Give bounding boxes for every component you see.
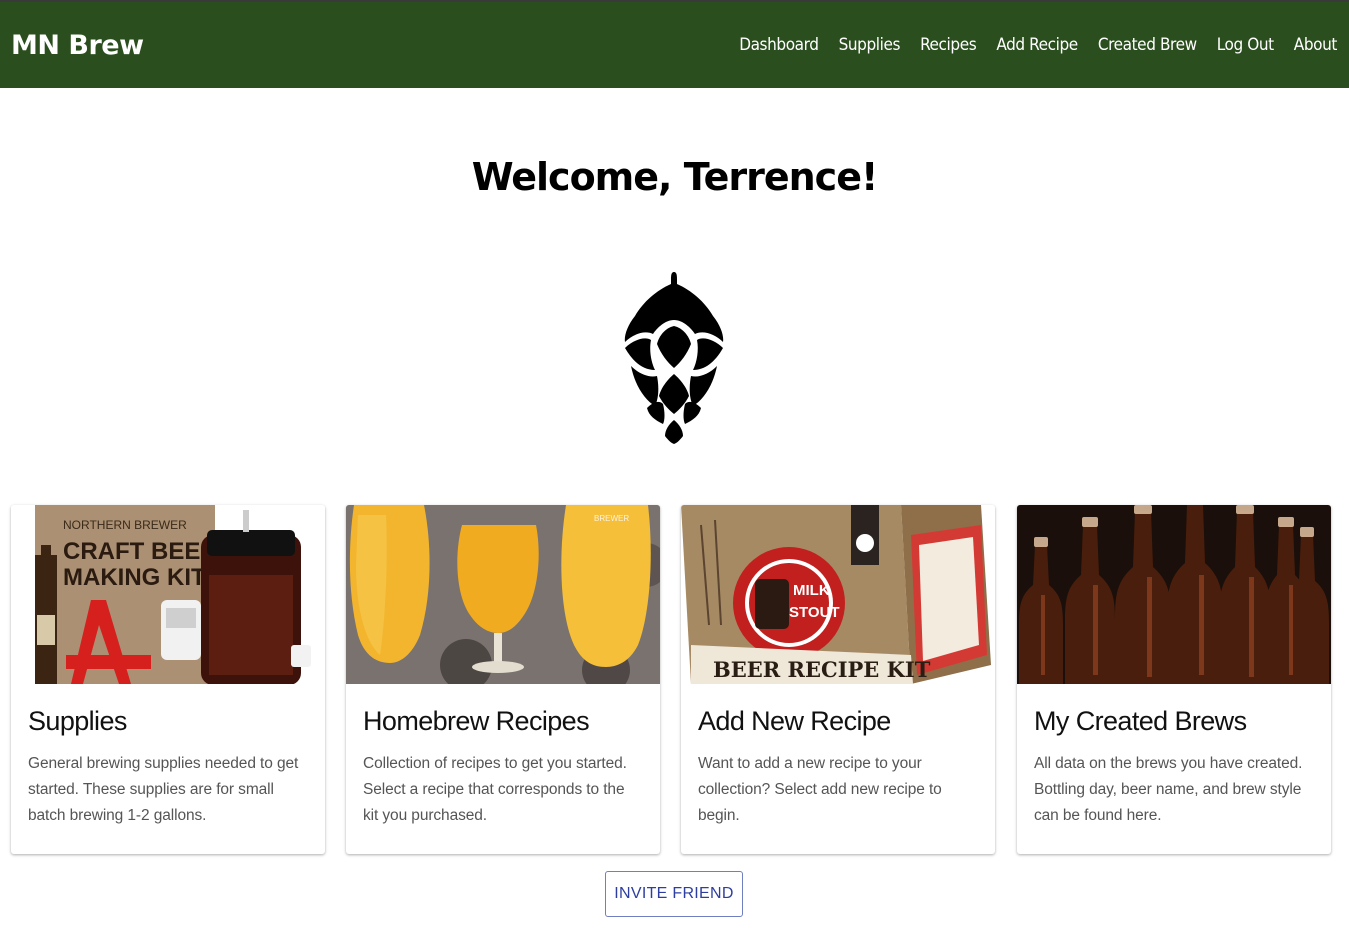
card-description: Want to add a new recipe to your collect… bbox=[698, 755, 942, 824]
card-title: Homebrew Recipes bbox=[363, 706, 590, 736]
kit-brand-text: NORTHERN BREWER bbox=[63, 518, 187, 532]
stout-text: STOUT bbox=[789, 604, 840, 621]
card-description: Collection of recipes to get you started… bbox=[363, 755, 627, 824]
nav-link-about[interactable]: About bbox=[1294, 35, 1338, 55]
beer-recipe-kit-image: MILK STOUT BEER RECIPE KIT bbox=[681, 505, 995, 684]
invite-friend-button[interactable]: INVITE FRIEND bbox=[605, 871, 743, 917]
milk-text: MILK bbox=[793, 582, 830, 599]
kit-title-line1: CRAFT BEER bbox=[63, 538, 218, 565]
card-description: All data on the brews you have created. … bbox=[1034, 755, 1303, 824]
card-body: Add New Recipe Want to add a new recipe … bbox=[681, 684, 995, 829]
welcome-heading: Welcome, Terrence! bbox=[471, 155, 879, 199]
card-description: General brewing supplies needed to get s… bbox=[28, 755, 299, 824]
craft-beer-kit-image: NORTHERN BREWER CRAFT BEER MAKING KIT bbox=[11, 505, 325, 684]
card-body: Supplies General brewing supplies needed… bbox=[11, 684, 325, 829]
card-my-created-brews[interactable]: My Created Brews All data on the brews y… bbox=[1017, 505, 1331, 854]
kit-title-line2: MAKING KIT bbox=[63, 564, 206, 591]
card-homebrew-recipes[interactable]: BREWER Homebrew Recipes Collection of re… bbox=[346, 505, 660, 854]
card-body: My Created Brews All data on the brews y… bbox=[1017, 684, 1331, 829]
card-title: Add New Recipe bbox=[698, 706, 891, 736]
nav-links: Dashboard Supplies Recipes Add Recipe Cr… bbox=[739, 35, 1337, 55]
nav-link-supplies[interactable]: Supplies bbox=[839, 35, 901, 55]
beer-bottles-image bbox=[1017, 505, 1331, 684]
brand-logo-link[interactable]: MN Brew bbox=[11, 30, 144, 61]
card-add-new-recipe[interactable]: MILK STOUT BEER RECIPE KIT Add New Recip… bbox=[681, 505, 995, 854]
beer-recipe-kit-text: BEER RECIPE KIT bbox=[713, 657, 931, 682]
card-title: Supplies bbox=[28, 706, 127, 736]
hop-icon bbox=[624, 272, 724, 444]
nav-link-recipes[interactable]: Recipes bbox=[920, 35, 977, 55]
glass-brand-text: BREWER bbox=[594, 514, 629, 523]
card-title: My Created Brews bbox=[1034, 706, 1247, 736]
nav-link-log-out[interactable]: Log Out bbox=[1217, 35, 1274, 55]
top-navbar: MN Brew Dashboard Supplies Recipes Add R… bbox=[0, 0, 1349, 88]
hazy-beer-glasses-image: BREWER bbox=[346, 505, 660, 684]
nav-link-created-brew[interactable]: Created Brew bbox=[1098, 35, 1197, 55]
nav-link-dashboard[interactable]: Dashboard bbox=[739, 35, 819, 55]
card-body: Homebrew Recipes Collection of recipes t… bbox=[346, 684, 660, 829]
card-supplies[interactable]: NORTHERN BREWER CRAFT BEER MAKING KIT Su… bbox=[11, 505, 325, 854]
nav-link-add-recipe[interactable]: Add Recipe bbox=[996, 35, 1078, 55]
